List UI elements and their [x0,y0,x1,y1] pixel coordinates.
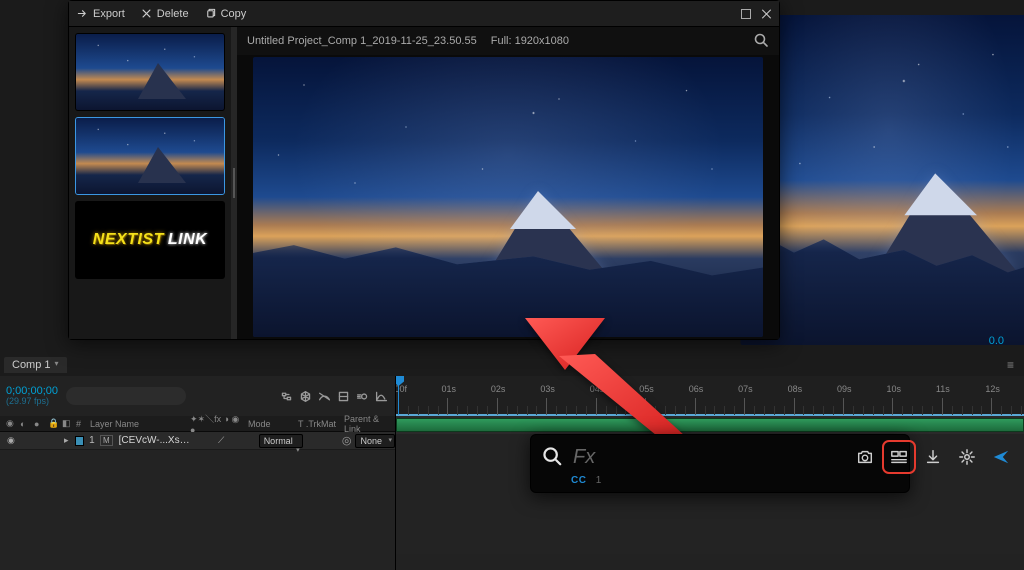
timeline-search-input[interactable] [66,387,186,405]
ruler-tick: 11s [942,398,943,415]
layer-duration-bar[interactable] [396,418,1024,432]
graph-editor-icon[interactable] [373,388,389,404]
thumbnail-1[interactable] [75,33,225,111]
background-preview [754,30,1024,330]
snapshot-resolution: Full: 1920x1080 [491,35,569,47]
comp-menu-icon[interactable]: ≡ [1001,358,1020,372]
gear-icon[interactable] [953,443,981,471]
layer-visibility-toggle[interactable]: ◉ [6,435,16,447]
thumbnail-3[interactable]: NEXTIST LINK [75,201,225,279]
layer-name-text[interactable]: [CEVcW-...XsO_.jpg] [119,435,195,446]
ruler-tick: 08s [794,398,795,415]
layer-index: 1 [88,435,96,446]
layer-row[interactable]: ◉ ▸ 1 M [CEVcW-...XsO_.jpg] ⟋ Normal ◎ N… [0,432,395,450]
frame-blend-icon[interactable] [335,388,351,404]
ruler-tick: 06s [695,398,696,415]
layer-color-swatch[interactable] [75,436,84,446]
snapshot-panel: Export Delete Copy NEXTIST LINK Unt [68,0,780,340]
search-icon [541,445,563,470]
blend-mode-dropdown[interactable]: Normal [259,434,303,448]
comp-tabs: Comp 1 ▾ ≡ [4,356,1020,374]
playhead[interactable] [398,376,399,415]
send-icon[interactable] [987,443,1015,471]
zoom-icon[interactable] [753,32,769,51]
motion-blur-icon[interactable] [354,388,370,404]
col-vis-icon[interactable]: ◉ [6,418,16,429]
pickwhip-icon[interactable]: ◎ [342,434,352,447]
close-icon[interactable] [761,9,771,19]
panel-toolbar: Export Delete Copy [69,1,779,27]
col-parent[interactable]: Parent & Link [344,414,395,434]
fx-result-label[interactable]: CC [571,475,586,486]
delete-label: Delete [157,8,189,20]
copy-button[interactable]: Copy [205,8,247,20]
gallery-icon[interactable] [885,443,913,471]
fx-result-index: 1 [596,475,602,486]
col-layer-name[interactable]: Layer Name [90,419,186,429]
media-badge-icon: M [100,435,113,446]
expand-arrow-icon[interactable]: ▸ [61,435,71,447]
download-icon[interactable] [919,443,947,471]
ruler-tick: 10s [892,398,893,415]
bg-info-text: 0.0 [989,335,1004,347]
parent-dropdown[interactable]: None [355,434,395,448]
fx-console-popup: CC 1 [530,434,910,493]
comp-tab-label: Comp 1 [12,359,51,371]
timecode[interactable]: 0;00;00;00 (29.97 fps) [6,385,58,407]
fx-search-input[interactable] [573,444,841,470]
copy-label: Copy [221,8,247,20]
logo-text-b: LINK [168,231,207,249]
export-button[interactable]: Export [77,8,125,20]
logo-text-a: NEXTIST [93,231,164,249]
thumbnail-strip: NEXTIST LINK [69,27,231,339]
camera-icon[interactable] [851,443,879,471]
composition-flowchart-icon[interactable] [278,388,294,404]
ruler-tick: 03s [546,398,547,415]
col-trkmat[interactable]: T .TrkMat [298,419,340,429]
ruler-tick: 04s [596,398,597,415]
fps-value: (29.97 fps) [6,397,58,407]
ruler-tick: 01s [447,398,448,415]
preview-area: Untitled Project_Comp 1_2019-11-25_23.50… [237,27,779,339]
col-solo-icon[interactable]: ● [34,419,44,429]
chevron-down-icon: ▾ [55,359,59,371]
col-audio-icon[interactable]: ◐ [20,419,30,429]
col-lock-icon[interactable]: 🔒 [48,418,58,429]
ruler-tick: 02s [497,398,498,415]
export-label: Export [93,8,125,20]
snapshot-filename: Untitled Project_Comp 1_2019-11-25_23.50… [247,35,477,47]
thumbnail-2[interactable] [75,117,225,195]
ruler-tick: 12s [991,398,992,415]
col-mode[interactable]: Mode [248,419,294,429]
comp-tab[interactable]: Comp 1 ▾ [4,357,67,373]
restore-icon[interactable] [741,9,751,19]
ruler-tick: 05s [645,398,646,415]
shy-icon[interactable] [316,388,332,404]
delete-button[interactable]: Delete [141,8,189,20]
col-label-icon[interactable]: ◧ [62,418,72,429]
ruler-tick: 07s [744,398,745,415]
preview-viewport[interactable] [237,55,779,339]
ruler-tick: 09s [843,398,844,415]
time-ruler[interactable]: :00f01s02s03s04s05s06s07s08s09s10s11s12s [396,376,1024,416]
draft3d-icon[interactable] [297,388,313,404]
